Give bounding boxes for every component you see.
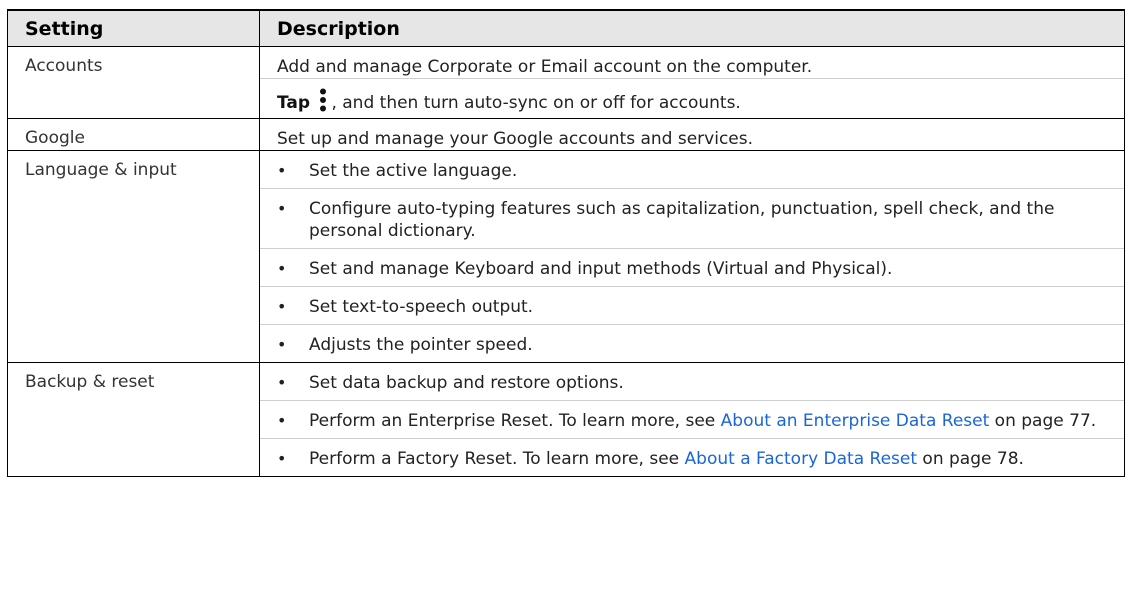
setting-google: Google xyxy=(7,118,260,151)
tap-word: Tap xyxy=(277,93,311,113)
header-description: Description xyxy=(259,9,1125,47)
list-item: • Configure auto-typing features such as … xyxy=(260,188,1124,248)
bullet: • xyxy=(277,411,287,430)
table-row: Google Set up and manage your Google acc… xyxy=(7,118,1125,151)
bullet: • xyxy=(277,161,287,180)
accounts-tap-instruction: Tap , and then turn auto-sync on or off … xyxy=(260,78,1124,118)
bullet: • xyxy=(277,335,287,354)
table-header-row: Setting Description xyxy=(7,9,1125,47)
description-cell: Add and manage Corporate or Email accoun… xyxy=(259,46,1125,119)
setting-accounts: Accounts xyxy=(7,46,260,119)
description-cell: Set up and manage your Google accounts a… xyxy=(259,118,1125,151)
list-item: • Perform an Enterprise Reset. To learn m… xyxy=(260,400,1124,438)
list-item: • Perform a Factory Reset. To learn more,… xyxy=(260,438,1124,476)
bullet: • xyxy=(277,259,287,278)
factory-reset-link[interactable]: About a Factory Data Reset xyxy=(685,449,917,469)
accounts-description: Add and manage Corporate or Email accoun… xyxy=(277,57,813,77)
list-item: • Set data backup and restore options. xyxy=(277,373,624,393)
enterprise-reset-link[interactable]: About an Enterprise Data Reset xyxy=(721,411,990,431)
list-item: • Set text-to-speech output. xyxy=(260,286,1124,324)
description-cell: • Set the active language. • Configure aut… xyxy=(259,150,1125,363)
list-item: • Adjusts the pointer speed. xyxy=(260,324,1124,362)
description-cell: • Set data backup and restore options. • P… xyxy=(259,362,1125,477)
list-item: • Set and manage Keyboard and input metho… xyxy=(260,248,1124,286)
header-setting: Setting xyxy=(7,9,260,47)
table-row: Backup & reset • Set data backup and rest… xyxy=(7,362,1125,477)
google-description: Set up and manage your Google accounts a… xyxy=(277,129,754,149)
list-item: • Set the active language. xyxy=(277,161,518,181)
tap-rest: , and then turn auto-sync on or off for … xyxy=(331,93,741,113)
settings-table: Setting Description Accounts Add and man… xyxy=(7,9,1125,477)
bullet: • xyxy=(277,449,287,468)
table-row: Language & input • Set the active languag… xyxy=(7,150,1125,363)
more-vert-icon xyxy=(319,88,327,118)
setting-language-input: Language & input xyxy=(7,150,260,363)
table-row: Accounts Add and manage Corporate or Ema… xyxy=(7,46,1125,119)
bullet: • xyxy=(277,199,287,218)
setting-backup-reset: Backup & reset xyxy=(7,362,260,477)
bullet: • xyxy=(277,297,287,316)
bullet: • xyxy=(277,373,287,392)
